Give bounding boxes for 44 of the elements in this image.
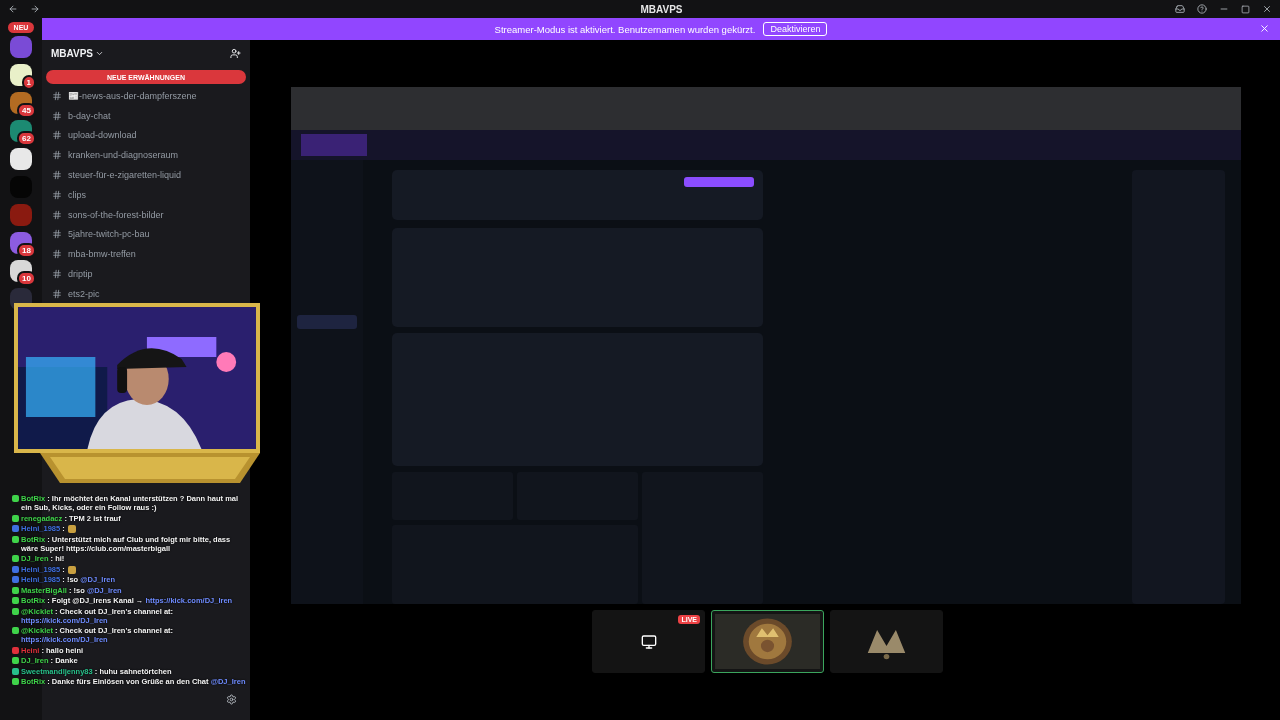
channel-item[interactable]: 📰-news-aus-der-dampferszene: [46, 86, 246, 106]
deactivate-button[interactable]: Deaktivieren: [763, 22, 828, 36]
unread-count-badge: 45: [17, 103, 36, 118]
channel-item[interactable]: 5jahre-twitch-pc-bau: [46, 224, 246, 245]
hash-icon: [52, 269, 62, 280]
close-icon[interactable]: [1262, 4, 1272, 14]
hash-icon: [52, 288, 62, 299]
hash-icon: [52, 209, 62, 220]
hash-icon: [52, 229, 62, 240]
channel-item[interactable]: sons-of-the-forest-bilder: [46, 204, 246, 225]
server-name[interactable]: MBAVPS: [51, 47, 105, 59]
close-icon[interactable]: [1259, 23, 1270, 34]
hash-icon: [52, 110, 62, 121]
channel-item[interactable]: clips: [46, 185, 246, 205]
maximize-icon[interactable]: [1241, 4, 1250, 14]
channel-item[interactable]: mba-bmw-treffen: [46, 244, 246, 265]
inbox-icon[interactable]: [1175, 4, 1185, 14]
banner-text: Streamer-Modus ist aktiviert. Benutzernamen wurden gekürzt.: [494, 23, 756, 35]
unread-count-badge: 10: [17, 271, 36, 286]
help-icon[interactable]: [1197, 4, 1207, 14]
back-arrow-icon[interactable]: [8, 4, 18, 14]
forward-arrow-icon[interactable]: [30, 4, 40, 14]
channel-item[interactable]: steuer-für-e-zigaretten-liquid: [46, 165, 246, 185]
channel-item[interactable]: kranken-und-diagnoseraum: [46, 145, 246, 166]
hash-icon: [52, 249, 62, 260]
unread-count-badge: 62: [17, 131, 36, 146]
server-icon[interactable]: [10, 148, 32, 170]
channel-item[interactable]: b-day-chat: [46, 105, 246, 126]
hash-icon: [52, 130, 62, 141]
hash-icon: [52, 150, 62, 161]
invite-icon[interactable]: [230, 47, 241, 59]
screen-share-icon: [640, 633, 657, 650]
unread-count-badge: 1: [21, 75, 36, 90]
hash-icon: [52, 90, 62, 101]
user-badge-icon: [12, 627, 19, 635]
channel-item[interactable]: upload-download: [46, 125, 246, 146]
unread-count-badge: 18: [17, 243, 36, 258]
hash-icon: [52, 189, 62, 200]
channel-item[interactable]: driptip: [46, 264, 246, 284]
settings-icon[interactable]: [226, 694, 237, 705]
channel-item[interactable]: ets2-pic: [46, 283, 246, 304]
window-title: MBAVPS: [639, 3, 683, 15]
user-badge-icon: [12, 495, 19, 502]
hash-icon: [52, 170, 62, 181]
